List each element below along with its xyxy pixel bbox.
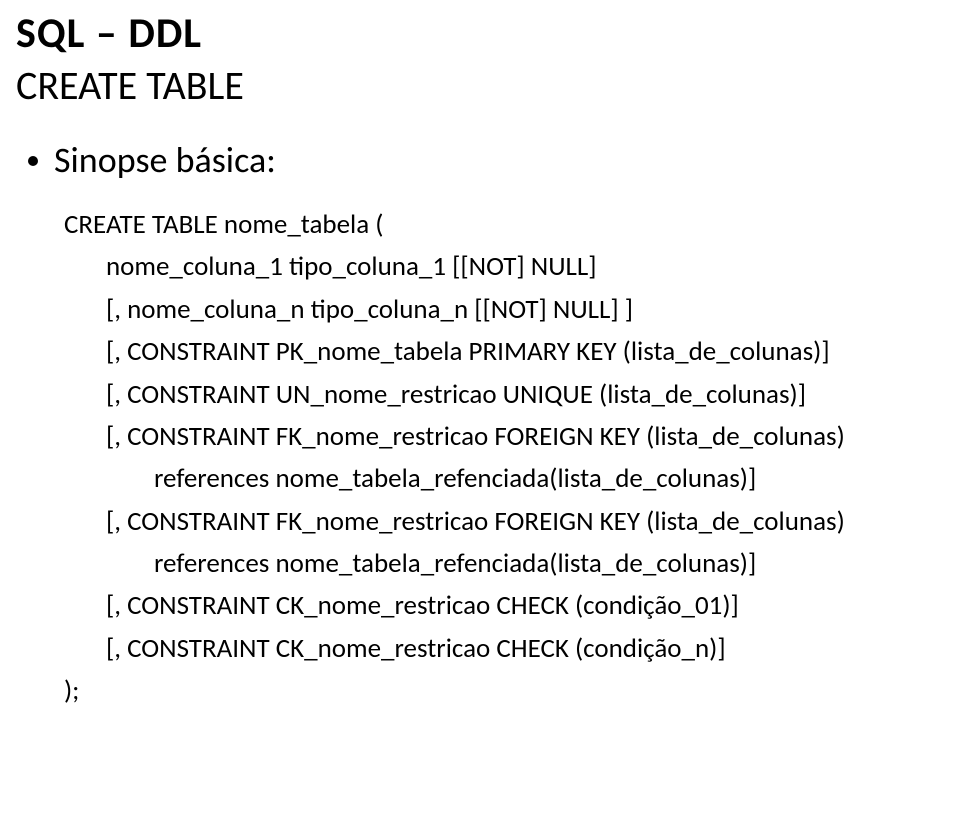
- slide-title: SQL – DDL: [16, 8, 944, 59]
- code-line-3: [, CONSTRAINT PK_nome_tabela PRIMARY KEY…: [64, 331, 944, 373]
- title-part-1: SQL: [16, 8, 96, 59]
- code-line-4: [, CONSTRAINT UN_nome_restricao UNIQUE (…: [64, 374, 944, 416]
- title-part-2: DDL: [128, 8, 202, 59]
- bullet-icon: [28, 156, 38, 166]
- bullet-synopsis: Sinopse básica:: [28, 138, 944, 182]
- code-line-5: [, CONSTRAINT FK_nome_restricao FOREIGN …: [64, 416, 944, 458]
- slide-subtitle: CREATE TABLE: [16, 61, 944, 110]
- code-line-6: references nome_tabela_refenciada(lista_…: [64, 458, 944, 500]
- code-line-1: nome_coluna_1 tipo_coluna_1 [[NOT] NULL]: [64, 246, 944, 288]
- sql-code-block: CREATE TABLE nome_tabela ( nome_coluna_1…: [64, 204, 944, 713]
- code-line-0: CREATE TABLE nome_tabela (: [64, 204, 944, 246]
- bullet-label: Sinopse básica:: [54, 138, 276, 182]
- code-line-8: references nome_tabela_refenciada(lista_…: [64, 543, 944, 585]
- code-line-2: [, nome_coluna_n tipo_coluna_n [[NOT] NU…: [64, 289, 944, 331]
- code-line-10: [, CONSTRAINT CK_nome_restricao CHECK (c…: [64, 628, 944, 670]
- title-dash: –: [96, 8, 128, 59]
- code-line-7: [, CONSTRAINT FK_nome_restricao FOREIGN …: [64, 501, 944, 543]
- code-line-9: [, CONSTRAINT CK_nome_restricao CHECK (c…: [64, 585, 944, 627]
- code-line-11: );: [64, 670, 944, 712]
